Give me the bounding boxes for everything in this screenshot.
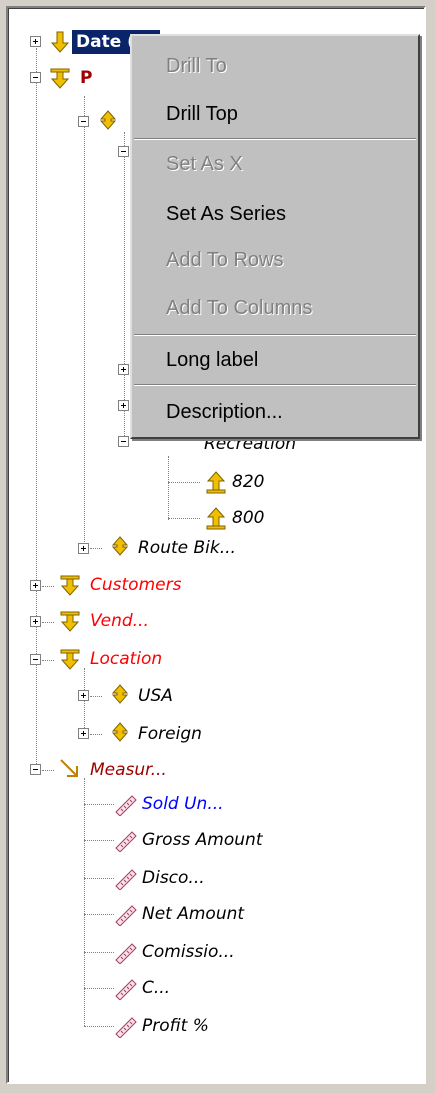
tree-node-p[interactable]: P <box>80 66 92 90</box>
expand-toggle[interactable] <box>30 36 41 47</box>
menu-separator <box>134 384 416 386</box>
menu-item-add-to-rows[interactable]: Add To Rows <box>132 236 418 284</box>
collapse-toggle[interactable] <box>30 654 41 665</box>
collapse-toggle[interactable] <box>118 436 129 447</box>
measure-ruler-icon <box>115 1017 137 1038</box>
tree-line <box>42 586 54 587</box>
measures-arrow-icon <box>60 759 78 777</box>
tree-node-foreign[interactable]: Foreign <box>138 722 202 746</box>
dimension-down-arrow-icon <box>50 31 70 53</box>
tree-node-sold-units[interactable]: Sold Un... <box>142 792 224 816</box>
menu-item-add-to-columns[interactable]: Add To Columns <box>132 284 418 332</box>
expand-toggle[interactable] <box>30 616 41 627</box>
menu-item-long-label[interactable]: Long label <box>132 336 418 384</box>
tree-node-profit-pct[interactable]: Profit % <box>142 1014 209 1038</box>
expand-toggle[interactable] <box>78 543 89 554</box>
tree-line <box>84 668 85 736</box>
tree-line <box>168 482 200 483</box>
tree-node-location[interactable]: Location <box>90 647 162 671</box>
expand-toggle[interactable] <box>78 728 89 739</box>
tree-node-customers[interactable]: Customers <box>90 573 181 597</box>
tree-line <box>90 734 102 735</box>
tree-line <box>84 952 114 953</box>
measure-ruler-icon <box>115 795 137 816</box>
tree-line <box>168 518 200 519</box>
tree-line <box>42 660 54 661</box>
expand-toggle[interactable] <box>78 690 89 701</box>
tree-line <box>84 1026 114 1027</box>
tree-line <box>84 840 114 841</box>
tree-line <box>84 914 114 915</box>
measure-ruler-icon <box>115 943 137 964</box>
tree-line <box>84 988 114 989</box>
dimension-drill-icon <box>60 611 80 632</box>
tree-node-usa[interactable]: USA <box>138 684 173 708</box>
dimension-drill-icon <box>60 575 80 596</box>
tree-line <box>124 132 125 442</box>
tree-node-800[interactable]: 800 <box>232 506 264 530</box>
tree-node-vendors[interactable]: Vend... <box>90 609 149 633</box>
tree-line <box>42 770 54 771</box>
dimension-up-down-icon <box>99 110 117 130</box>
tree-line <box>84 804 114 805</box>
measure-ruler-icon <box>115 979 137 1000</box>
measure-ruler-icon <box>115 831 137 852</box>
dimension-up-down-icon <box>111 722 129 742</box>
dimension-drill-icon <box>50 68 70 89</box>
tree-node-measures[interactable]: Measur... <box>90 758 167 782</box>
measure-ruler-icon <box>115 905 137 926</box>
tree-line <box>84 96 85 546</box>
member-up-icon <box>206 471 226 494</box>
member-up-icon <box>206 507 226 530</box>
collapse-toggle[interactable] <box>30 764 41 775</box>
tree-node-discount[interactable]: Disco... <box>142 866 205 890</box>
menu-item-set-as-series[interactable]: Set As Series <box>132 190 418 238</box>
tree-node-comission[interactable]: Comissio... <box>142 940 235 964</box>
collapse-toggle[interactable] <box>118 146 129 157</box>
dimension-up-down-icon <box>111 684 129 704</box>
tree-line <box>168 456 169 520</box>
tree-line <box>90 548 102 549</box>
menu-item-drill-to[interactable]: Drill To <box>132 42 418 90</box>
menu-item-set-as-x[interactable]: Set As X <box>132 140 418 188</box>
tree-node-c[interactable]: C... <box>142 976 170 1000</box>
tree-line <box>42 622 54 623</box>
collapse-toggle[interactable] <box>78 116 89 127</box>
tree-line <box>90 696 102 697</box>
tree-node-820[interactable]: 820 <box>232 470 264 494</box>
tree-node-route-bikes[interactable]: Route Bik... <box>138 536 236 560</box>
collapse-toggle[interactable] <box>30 72 41 83</box>
tree-line <box>84 878 114 879</box>
menu-item-description[interactable]: Description... <box>132 388 418 436</box>
expand-toggle[interactable] <box>30 580 41 591</box>
measure-ruler-icon <box>115 869 137 890</box>
menu-item-drill-top[interactable]: Drill Top <box>132 90 418 138</box>
tree-node-gross-amount[interactable]: Gross Amount <box>142 828 263 852</box>
context-menu: Drill To Drill Top Set As X Set As Serie… <box>130 34 420 439</box>
dimension-up-down-icon <box>111 536 129 556</box>
tree-node-net-amount[interactable]: Net Amount <box>142 902 244 926</box>
expand-toggle[interactable] <box>118 364 129 375</box>
expand-toggle[interactable] <box>118 400 129 411</box>
dimension-drill-icon <box>60 649 80 670</box>
